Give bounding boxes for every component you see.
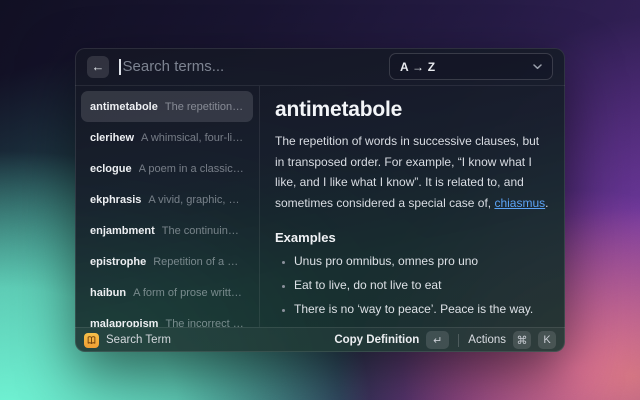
actions-button[interactable]: Actions	[468, 334, 506, 346]
list-item[interactable]: epistrophe Repetition of a word...	[81, 246, 253, 277]
examples-list: Unus pro omnibus, omnes pro uno Eat to l…	[275, 253, 550, 319]
term-summary: The continuing of...	[162, 225, 244, 237]
back-arrow-icon: ←	[92, 59, 105, 74]
launcher-window: ← Search terms... A → Z antimetabole The…	[75, 48, 565, 352]
search-header: ← Search terms... A → Z	[75, 48, 565, 86]
terms-list: antimetabole The repetition of... clerih…	[75, 86, 260, 327]
list-item[interactable]: eclogue A poem in a classical s...	[81, 153, 253, 184]
term-summary: A form of prose written i...	[133, 287, 244, 299]
example-item: There is no ‘way to peace’. Peace is the…	[294, 301, 550, 318]
enter-key-icon[interactable]: ↵	[426, 331, 449, 349]
command-name: Search Term	[106, 334, 171, 346]
chiasmus-link[interactable]: chiasmus	[494, 196, 545, 210]
k-key-icon[interactable]: K	[538, 331, 556, 349]
term-summary: A vivid, graphic, or d...	[148, 194, 244, 206]
term-name: haibun	[90, 287, 126, 299]
footer-divider	[458, 334, 459, 347]
list-item[interactable]: enjambment The continuing of...	[81, 215, 253, 246]
copy-definition-button[interactable]: Copy Definition	[334, 334, 419, 346]
text-caret	[119, 59, 121, 75]
definition-text: The repetition of words in successive cl…	[275, 131, 550, 214]
action-bar: Search Term Copy Definition ↵ Actions ⌘ …	[75, 327, 565, 352]
examples-heading: Examples	[275, 230, 550, 245]
detail-panel: antimetabole The repetition of words in …	[260, 86, 565, 327]
term-summary: The incorrect use...	[165, 318, 244, 328]
search-input[interactable]: Search terms...	[119, 58, 379, 75]
term-name: clerihew	[90, 132, 134, 144]
list-item[interactable]: antimetabole The repetition of...	[81, 91, 253, 122]
content-area: antimetabole The repetition of... clerih…	[75, 86, 565, 327]
search-placeholder: Search terms...	[123, 58, 225, 75]
list-item[interactable]: malapropism The incorrect use...	[81, 308, 253, 327]
list-item[interactable]: clerihew A whimsical, four-line...	[81, 122, 253, 153]
sort-order-dropdown[interactable]: A → Z	[389, 53, 553, 80]
term-name: ekphrasis	[90, 194, 141, 206]
term-summary: Repetition of a word...	[153, 256, 244, 268]
list-item[interactable]: haibun A form of prose written i...	[81, 277, 253, 308]
sort-order-value: A → Z	[400, 60, 435, 74]
definition-after-link: .	[545, 196, 548, 210]
back-button[interactable]: ←	[87, 56, 109, 78]
example-item: Eat to live, do not live to eat	[294, 277, 550, 294]
term-summary: A poem in a classical s...	[139, 163, 244, 175]
term-name: eclogue	[90, 163, 132, 175]
chevron-down-icon	[533, 64, 542, 70]
list-item[interactable]: ekphrasis A vivid, graphic, or d...	[81, 184, 253, 215]
example-item: Unus pro omnibus, omnes pro uno	[294, 253, 550, 270]
desktop-background: ← Search terms... A → Z antimetabole The…	[0, 0, 640, 400]
term-summary: A whimsical, four-line...	[141, 132, 244, 144]
open-book-icon	[84, 333, 99, 348]
term-name: antimetabole	[90, 101, 158, 113]
term-name: enjambment	[90, 225, 155, 237]
term-name: malapropism	[90, 318, 158, 328]
cmd-key-icon[interactable]: ⌘	[513, 331, 531, 349]
term-summary: The repetition of...	[165, 101, 244, 113]
detail-title: antimetabole	[275, 98, 550, 122]
term-name: epistrophe	[90, 256, 146, 268]
